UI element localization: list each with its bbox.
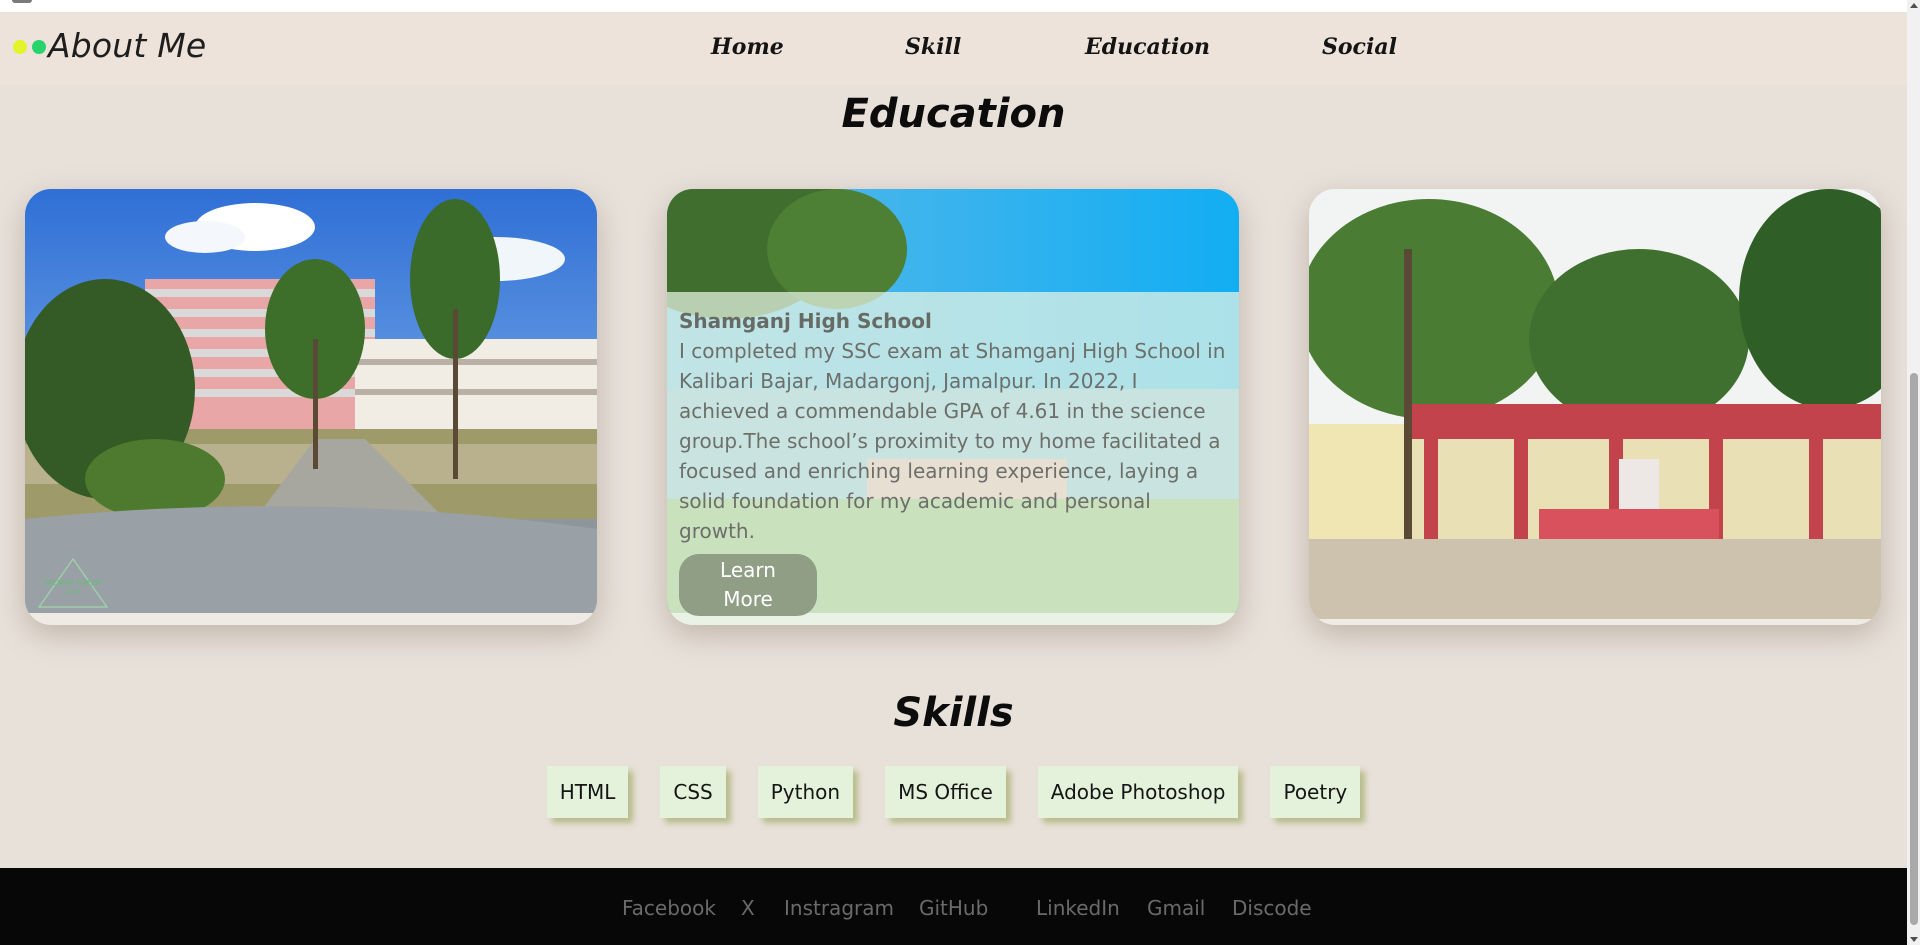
- footer-link-gmail[interactable]: Gmail: [1147, 896, 1205, 920]
- nav-social[interactable]: Social: [1322, 34, 1397, 60]
- green-dot-icon: [32, 40, 46, 54]
- skill-tag[interactable]: Python: [757, 766, 854, 818]
- skill-tag[interactable]: CSS: [660, 766, 726, 818]
- nav-skill[interactable]: Skill: [905, 34, 961, 60]
- card-overlay: Shamganj High School I completed my SSC …: [667, 292, 1239, 625]
- education-card-2[interactable]: Shamganj High School I completed my SSC …: [667, 189, 1239, 625]
- watermark-logo-icon: TAZWAR TURJOY 2023: [37, 557, 109, 608]
- education-card-3[interactable]: [1309, 189, 1881, 625]
- learn-more-button[interactable]: Learn More: [679, 554, 817, 616]
- vertical-scrollbar[interactable]: [1907, 0, 1920, 945]
- learn-more-label-line-2: More: [723, 587, 773, 611]
- skill-tag[interactable]: Poetry: [1270, 766, 1361, 818]
- skill-tag[interactable]: HTML: [546, 766, 629, 818]
- footer-link-facebook[interactable]: Facebook: [622, 896, 716, 920]
- skill-tag[interactable]: MS Office: [885, 766, 1006, 818]
- school-campus-photo: [25, 189, 597, 613]
- window-edge-mark: [12, 0, 32, 3]
- footer-link-discord[interactable]: Discode: [1232, 896, 1312, 920]
- svg-text:2023: 2023: [65, 589, 80, 596]
- school-description: I completed my SSC exam at Shamganj High…: [679, 339, 1226, 543]
- footer-link-linkedin[interactable]: LinkedIn: [1036, 896, 1120, 920]
- footer: Facebook X Instragram GitHub LinkedIn Gm…: [0, 868, 1907, 945]
- education-card-1[interactable]: TAZWAR TURJOY 2023: [25, 189, 597, 625]
- footer-link-x[interactable]: X: [741, 896, 755, 920]
- footer-link-github[interactable]: GitHub: [919, 896, 988, 920]
- school-name: Shamganj High School: [679, 309, 932, 333]
- education-title: Education: [841, 91, 1066, 137]
- navbar: About Me Home Skill Education Social: [0, 12, 1907, 86]
- scrollbar-thumb[interactable]: [1910, 373, 1918, 925]
- skill-tag[interactable]: Adobe Photoshop: [1037, 766, 1239, 818]
- learn-more-label-line-1: Learn: [720, 558, 776, 582]
- skills-list: HTML CSS Python MS Office Adobe Photosho…: [0, 766, 1907, 818]
- nav-education[interactable]: Education: [1085, 34, 1210, 60]
- scroll-up-arrow-icon[interactable]: [1910, 3, 1918, 8]
- svg-text:TAZWAR TURJOY: TAZWAR TURJOY: [43, 579, 102, 587]
- browser-top-strip: [0, 0, 1907, 12]
- scroll-down-arrow-icon[interactable]: [1910, 937, 1918, 942]
- brand-title[interactable]: About Me: [48, 26, 206, 65]
- nav-home[interactable]: Home: [711, 34, 784, 60]
- yellow-dot-icon: [13, 40, 27, 54]
- school-building-photo: [1309, 189, 1881, 619]
- skills-title: Skills: [893, 690, 1014, 736]
- footer-link-instagram[interactable]: Instragram: [784, 896, 894, 920]
